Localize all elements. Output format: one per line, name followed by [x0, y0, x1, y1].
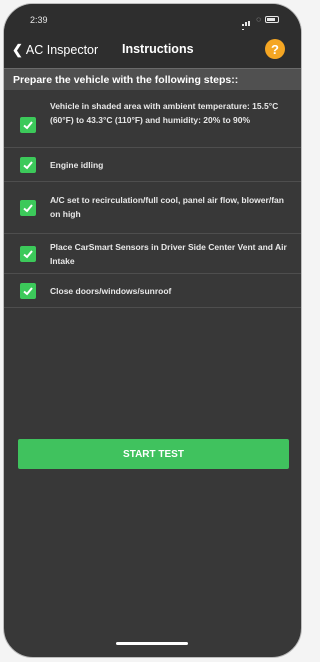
check-icon: [23, 204, 33, 213]
navigation-bar: ❮ AC Inspector Instructions ?: [4, 30, 301, 68]
page-title: Instructions: [122, 42, 194, 56]
home-indicator[interactable]: [116, 642, 188, 645]
check-icon: [23, 250, 33, 259]
back-label: AC Inspector: [25, 43, 99, 57]
signal-icon: [242, 16, 252, 36]
step-text: Close doors/windows/sunroof: [50, 286, 172, 296]
step-text: Place CarSmart Sensors in Driver Side Ce…: [50, 242, 287, 266]
instructions-header: Prepare the vehicle with the following s…: [4, 68, 301, 90]
step-text: A/C set to recirculation/full cool, pane…: [50, 195, 284, 219]
status-bar: 2:39 ◌: [4, 4, 301, 36]
step-checkbox[interactable]: [20, 117, 36, 133]
step-item: Vehicle in shaded area with ambient temp…: [4, 92, 301, 148]
start-test-button[interactable]: START TEST: [18, 439, 289, 469]
step-text: Engine idling: [50, 160, 104, 170]
status-icons: ◌: [242, 15, 279, 36]
check-icon: [23, 287, 33, 296]
step-checkbox[interactable]: [20, 246, 36, 262]
step-checkbox[interactable]: [20, 157, 36, 173]
help-icon[interactable]: ?: [265, 39, 285, 59]
chevron-left-icon: ❮: [12, 42, 23, 57]
step-item: Engine idling: [4, 148, 301, 182]
status-time: 2:39: [30, 15, 48, 25]
battery-icon: [265, 16, 279, 23]
back-button[interactable]: ❮ AC Inspector: [12, 42, 98, 58]
wifi-icon: ◌: [256, 15, 261, 24]
step-item: Place CarSmart Sensors in Driver Side Ce…: [4, 234, 301, 274]
phone-screen: 2:39 ◌ ❮ AC Inspector Instructions ? Pre…: [3, 3, 302, 658]
step-item: A/C set to recirculation/full cool, pane…: [4, 182, 301, 234]
step-item: Close doors/windows/sunroof: [4, 274, 301, 308]
check-icon: [23, 121, 33, 130]
step-checkbox[interactable]: [20, 200, 36, 216]
step-text: Vehicle in shaded area with ambient temp…: [50, 101, 279, 125]
check-icon: [23, 161, 33, 170]
step-checkbox[interactable]: [20, 283, 36, 299]
